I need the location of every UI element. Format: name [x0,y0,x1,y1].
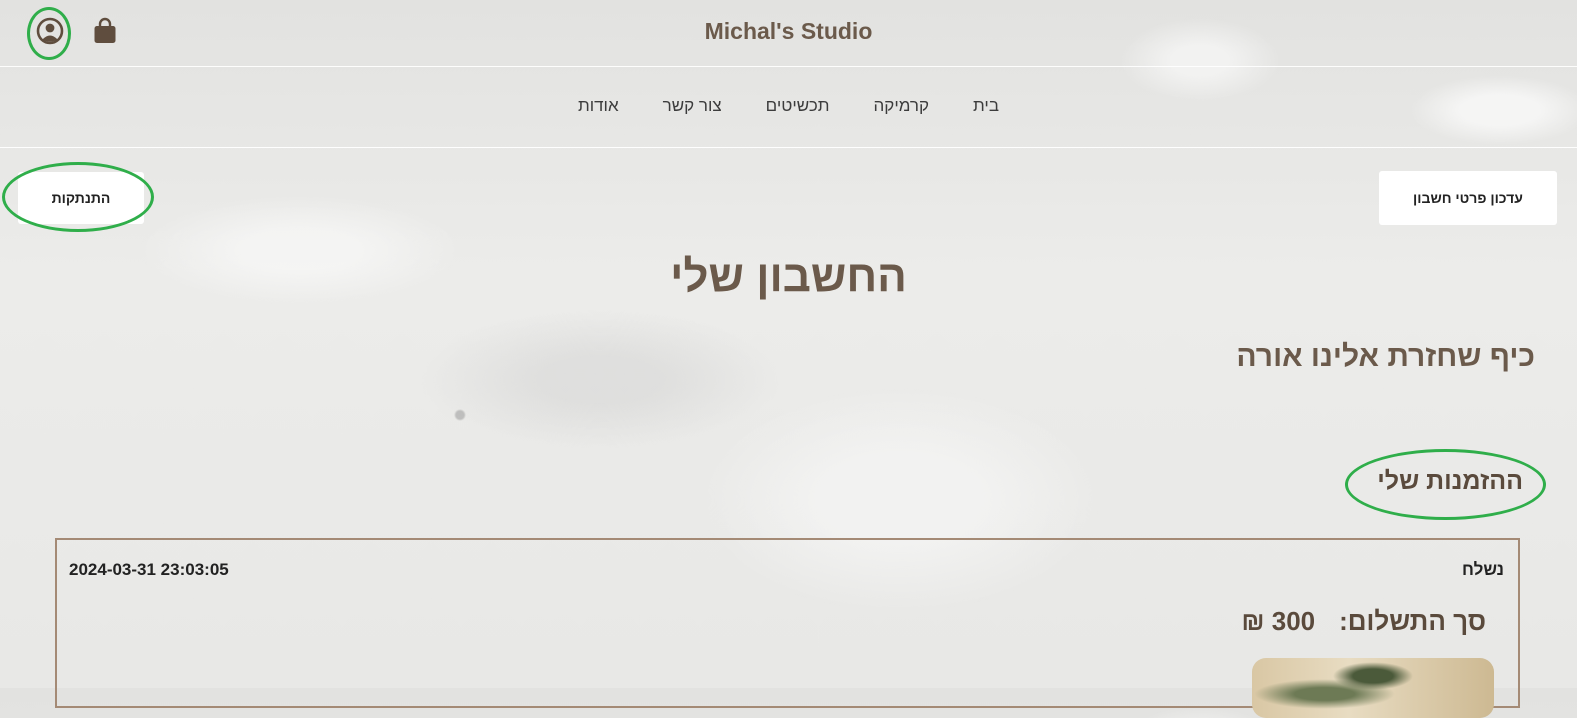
nav-item-home[interactable]: בית [973,96,999,116]
nav-item-contact[interactable]: צור קשר [663,96,722,116]
nav-item-ceramics[interactable]: קרמיקה [874,96,930,116]
order-total: סך התשלום: 300 ₪ [1242,606,1486,637]
nav-item-jewelry[interactable]: תכשיטים [766,96,830,116]
top-bar: Michal's Studio [0,0,1577,67]
order-card[interactable]: נשלח 2024-03-31 23:03:05 סך התשלום: 300 … [55,538,1520,718]
main-nav: בית קרמיקה תכשיטים צור קשר אודות [0,67,1577,148]
order-total-label: סך התשלום: [1339,606,1486,636]
order-status: נשלח [1462,560,1504,579]
order-total-value: 300 ₪ [1241,606,1316,636]
page-title: החשבון שלי [670,252,907,301]
brand-title[interactable]: Michal's Studio [0,18,1577,45]
orders-heading: ההזמנות שלי [1377,467,1523,495]
nav-item-about[interactable]: אודות [578,96,619,116]
order-product-image[interactable] [1252,658,1494,718]
order-date: 2024-03-31 23:03:05 [69,560,229,579]
update-account-button[interactable]: עדכון פרטי חשבון [1379,171,1557,225]
logout-button[interactable]: התנתקות [18,172,144,224]
greeting-text: כיף שחזרת אלינו אורה [1236,340,1535,373]
